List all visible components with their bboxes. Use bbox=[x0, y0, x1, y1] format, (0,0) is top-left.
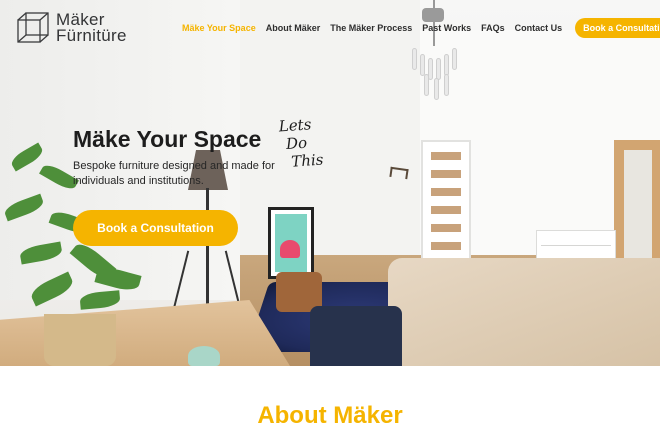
vase bbox=[188, 346, 220, 366]
logo-text: Mäker Fürnitüre bbox=[56, 11, 127, 45]
main-nav: Mäke Your Space About Mäker The Mäker Pr… bbox=[182, 18, 660, 38]
nav-item-past-works[interactable]: Past Works bbox=[422, 23, 471, 33]
nav-item-make-your-space[interactable]: Mäke Your Space bbox=[182, 23, 256, 33]
wireframe-cube-icon bbox=[17, 12, 49, 43]
cupcake-poster bbox=[268, 207, 314, 279]
site-logo[interactable]: Mäker Fürnitüre bbox=[16, 11, 127, 45]
chandelier bbox=[408, 0, 460, 106]
bed bbox=[388, 258, 660, 366]
hero-book-consultation-button[interactable]: Book a Consultation bbox=[73, 210, 238, 246]
logo-line-2: Fürnitüre bbox=[56, 26, 127, 45]
nav-item-faqs[interactable]: FAQs bbox=[481, 23, 505, 33]
door bbox=[421, 140, 471, 266]
nav-item-contact[interactable]: Contact Us bbox=[515, 23, 563, 33]
nav-item-process[interactable]: The Mäker Process bbox=[330, 23, 412, 33]
nav-book-consultation-button[interactable]: Book a Consultation bbox=[575, 18, 660, 38]
about-section-title: About Mäker bbox=[257, 402, 403, 429]
hero-subtitle: Bespoke furniture designed and made for … bbox=[73, 160, 275, 187]
chair bbox=[310, 306, 402, 366]
hero-title: Mäke Your Space bbox=[73, 126, 262, 152]
nav-item-about[interactable]: About Mäker bbox=[266, 23, 321, 33]
hero-section: Lets Do This Mäker Fürnitüre Mäke Your S… bbox=[0, 0, 660, 366]
